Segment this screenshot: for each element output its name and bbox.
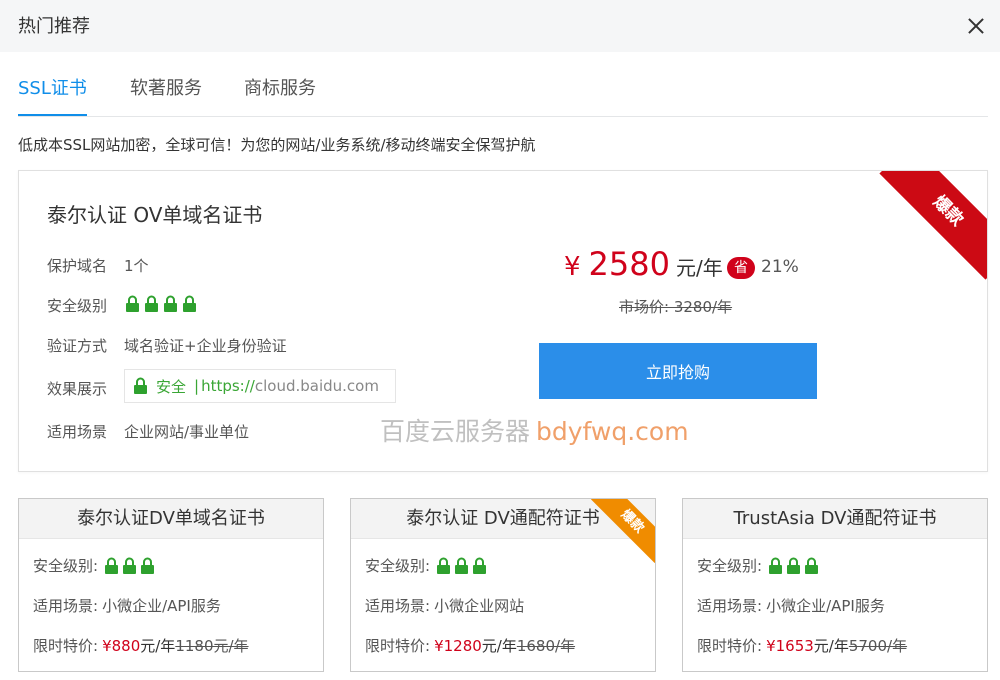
old-price: 5700/年: [848, 637, 908, 655]
price-unit: 元/年: [813, 637, 849, 655]
close-icon[interactable]: [964, 14, 988, 38]
security-locks: [768, 557, 819, 575]
scene-label: 适用场景:: [697, 597, 763, 615]
lock-icon: [786, 557, 801, 575]
tab-bar: SSL证书 软著服务 商标服务: [18, 52, 988, 117]
special-price: ¥1280: [434, 636, 482, 655]
security-label: 安全级别:: [365, 557, 431, 575]
watermark-cn: 百度云服务器: [380, 417, 531, 446]
buy-now-button[interactable]: 立即抢购: [539, 343, 817, 399]
effect-protocol: https://: [201, 377, 255, 395]
tab-trademark[interactable]: 商标服务: [244, 74, 316, 114]
lock-icon: [122, 557, 137, 575]
dialog-header: 热门推荐: [0, 0, 1000, 52]
price-currency: ¥: [564, 252, 581, 282]
security-locks: [436, 557, 487, 575]
scene-label: 适用场景: [47, 423, 108, 441]
lock-icon: [104, 557, 119, 575]
price-display: ¥ 2580 元/年: [564, 245, 723, 283]
price-value: 2580: [588, 245, 670, 283]
verify-label: 验证方式: [47, 337, 108, 355]
old-price: 1680/年: [516, 637, 576, 655]
security-label: 安全级别:: [697, 557, 763, 575]
old-price: 1180元/年: [175, 637, 249, 655]
scene-label: 适用场景:: [365, 597, 431, 615]
product-card-dv-single[interactable]: 泰尔认证DV单域名证书 安全级别: 适用场景: 小微企业/API服务 限时特价:…: [18, 498, 324, 672]
security-label: 安全级别: [47, 297, 108, 315]
lock-icon: [454, 557, 469, 575]
scene-value: 小微企业网站: [434, 597, 525, 615]
scene-value: 企业网站/事业单位: [124, 423, 250, 441]
price-unit: 元/年: [481, 637, 517, 655]
domains-value: 1个: [124, 257, 149, 275]
security-locks: [125, 295, 197, 313]
effect-preview: 安全 | https://cloud.baidu.com: [124, 369, 396, 403]
save-badge: 省: [727, 257, 755, 279]
effect-secure-text: 安全: [156, 377, 187, 396]
special-price: ¥880: [102, 636, 141, 655]
tab-ssl[interactable]: SSL证书: [18, 74, 87, 116]
tab-software-copyright[interactable]: 软著服务: [130, 74, 202, 114]
product-title: 泰尔认证 OV单域名证书: [47, 203, 263, 227]
market-price: 市场价: 3280/年: [619, 298, 733, 316]
domains-label: 保护域名: [47, 257, 108, 275]
price-label: 限时特价:: [697, 637, 763, 655]
product-card-title: 泰尔认证DV单域名证书: [19, 499, 323, 539]
lock-icon: [182, 295, 197, 313]
price-unit: 元/年: [140, 637, 176, 655]
verify-value: 域名验证+企业身份验证: [124, 337, 287, 355]
watermark-en: bdyfwq.com: [536, 417, 689, 446]
price-label: 限时特价:: [365, 637, 431, 655]
security-label: 安全级别:: [33, 557, 99, 575]
security-locks: [104, 557, 155, 575]
product-card-trustasia-wildcard[interactable]: TrustAsia DV通配符证书 安全级别: 适用场景: 小微企业/API服务…: [682, 498, 988, 672]
lock-icon: [140, 557, 155, 575]
price-label: 限时特价:: [33, 637, 99, 655]
special-price: ¥1653: [766, 636, 814, 655]
price-unit: 元/年: [675, 256, 723, 280]
hot-ribbon: 爆款: [879, 171, 987, 280]
lock-icon: [768, 557, 783, 575]
dialog-title: 热门推荐: [18, 16, 90, 37]
lock-icon: [133, 377, 148, 395]
product-card-dv-wildcard[interactable]: 爆款 泰尔认证 DV通配符证书 安全级别: 适用场景: 小微企业网站 限时特价:…: [350, 498, 656, 672]
effect-domain: cloud.baidu.com: [254, 377, 379, 395]
lock-icon: [804, 557, 819, 575]
product-card-title: TrustAsia DV通配符证书: [683, 499, 987, 539]
scene-label: 适用场景:: [33, 597, 99, 615]
lock-icon: [472, 557, 487, 575]
scene-value: 小微企业/API服务: [766, 597, 885, 615]
intro-text: 低成本SSL网站加密，全球可信！为您的网站/业务系统/移动终端安全保驾护航: [18, 136, 536, 154]
scene-value: 小微企业/API服务: [102, 597, 221, 615]
lock-icon: [436, 557, 451, 575]
save-percent: 21%: [761, 257, 799, 277]
lock-icon: [144, 295, 159, 313]
lock-icon: [125, 295, 140, 313]
effect-label: 效果展示: [47, 380, 108, 398]
effect-separator: |: [194, 377, 200, 395]
watermark-text: 百度云服务器 bdyfwq.com: [380, 412, 689, 448]
lock-icon: [163, 295, 178, 313]
